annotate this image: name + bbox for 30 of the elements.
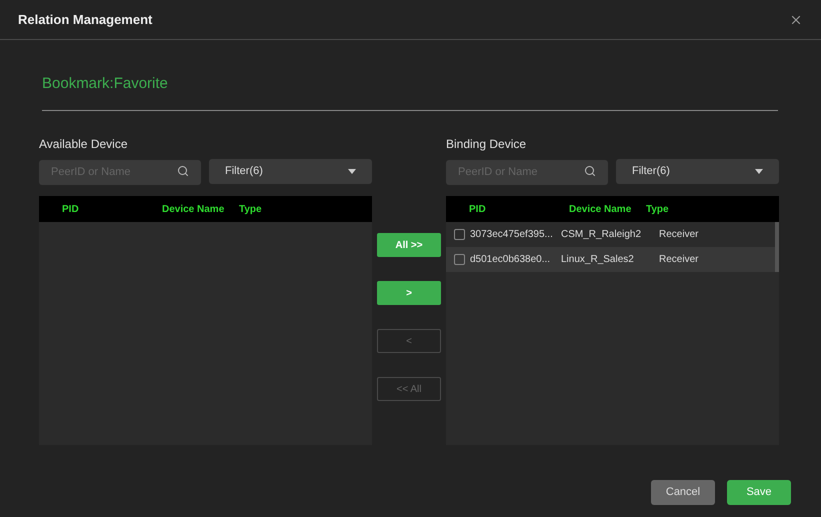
table-cell-text: 3073ec475ef395... [469,228,554,242]
table-cell-text: Receiver [659,228,700,242]
column-header: PID [61,202,80,216]
table-cell-text: d501ec0b638e0... [469,253,552,267]
scrollbar[interactable] [775,222,779,272]
checkbox[interactable] [454,229,465,240]
transfer-button[interactable]: > [377,281,441,305]
table-cell-text: Linux_R_Sales2 [560,253,635,267]
column-header: Type [646,202,670,216]
caret-icon [755,169,763,174]
column-header: PID [468,202,487,216]
panel-label: Binding Device [446,136,528,152]
window-title: Relation Management [18,10,152,29]
bookmark-title: Bookmark:Favorite [42,75,168,92]
transfer-button[interactable]: All >> [377,233,441,257]
table-cell-text: Receiver [659,253,700,267]
filter-dropdown[interactable]: Filter(6) [616,159,779,184]
panel-label: Available Device [39,136,128,152]
save-button[interactable]: Save [727,480,791,505]
table-row[interactable]: d501ec0b638e0... Linux_R_Sales2 Receiver [446,247,775,272]
checkbox[interactable] [454,254,465,265]
caret-icon [348,169,356,174]
table-cell-text: CSM_R_Raleigh2 [560,228,642,242]
cancel-button[interactable]: Cancel [651,480,715,505]
column-header: Device Name [161,202,226,216]
column-header: Device Name [568,202,632,216]
search-icon [177,165,189,177]
filter-dropdown[interactable]: Filter(6) [209,159,372,184]
search-icon [584,165,596,177]
column-header: Type [239,202,263,216]
